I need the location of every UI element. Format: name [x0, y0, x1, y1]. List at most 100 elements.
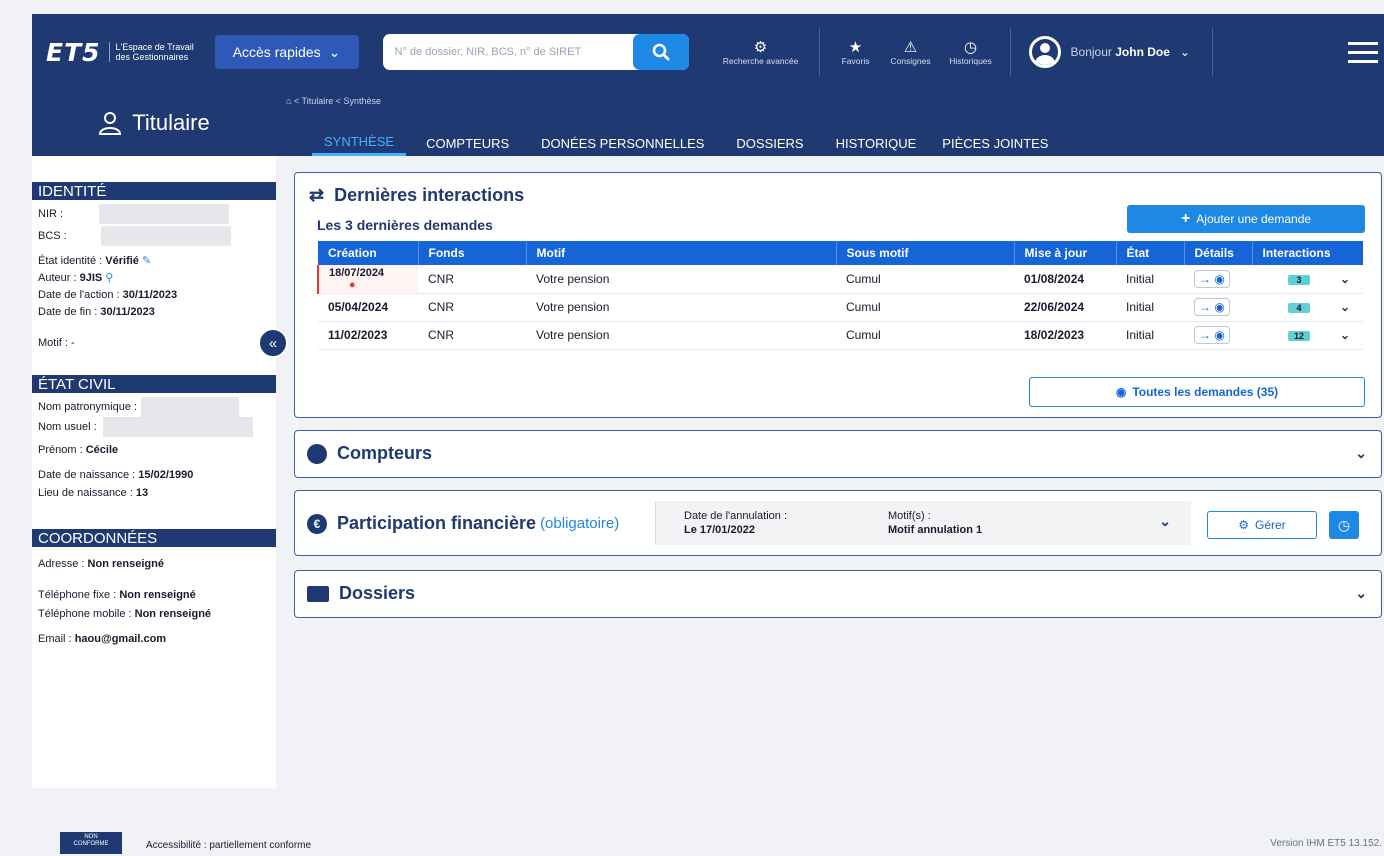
history-clock-button[interactable]: ◷ [1329, 511, 1359, 539]
cell-interactions: 3 ⌄ [1252, 265, 1363, 294]
eye-icon: ◉ [1214, 328, 1225, 342]
cell-mise-a-jour: 01/08/2024 [1014, 265, 1116, 294]
motives-label: Motif(s) : [888, 510, 931, 522]
tab-dossiers[interactable]: DOSSIERS [720, 130, 819, 156]
search-input[interactable] [382, 34, 633, 70]
accessibility-statement[interactable]: Accessibilité : partiellement conforme [146, 840, 311, 851]
tab-bar: SYNTHÈSE COMPTEURS DONÉES PERSONNELLES D… [312, 130, 1064, 156]
instructions-button[interactable]: ⚠ Consignes [888, 24, 934, 80]
cell-details: → ◉ [1184, 321, 1252, 350]
participation-header: € Participation financière (obligatoire) [307, 513, 619, 534]
app-logo[interactable]: ET5 L'Espace de Travail des Gestionnaire… [46, 38, 195, 67]
cell-sous-motif: Cumul [836, 321, 1014, 350]
counters-card[interactable]: Compteurs ⌄ [294, 430, 1382, 478]
cell-fonds: CNR [418, 265, 526, 294]
search-button[interactable] [632, 34, 689, 70]
address-value: Non renseigné [87, 558, 164, 570]
tab-compteurs[interactable]: COMPTEURS [410, 130, 525, 156]
birth-place-field: Lieu de naissance : 13 [32, 486, 276, 501]
identity-status-field: État identité : Vérifié ✎ [32, 254, 276, 269]
col-motif[interactable]: Motif [526, 241, 837, 265]
toolbar-divider [1009, 28, 1011, 76]
sidebar-header-title: Titulaire [132, 110, 210, 135]
address-label: Adresse : [38, 558, 85, 570]
logo-subtitle: L'Espace de Travail des Gestionnaires [108, 42, 195, 62]
birth-place-value: 13 [135, 487, 149, 499]
end-date-label: Date de fin : [38, 306, 98, 318]
chevron-down-icon[interactable]: ⌄ [1355, 445, 1367, 462]
col-etat[interactable]: État [1116, 241, 1185, 265]
search-icon [652, 43, 669, 61]
col-sous-motif[interactable]: Sous motif [836, 241, 1015, 265]
view-details-button[interactable]: → ◉ [1194, 298, 1230, 316]
manage-button[interactable]: ⚙ Gérer [1207, 511, 1317, 539]
history-button[interactable]: ◷ Historiques [946, 24, 996, 80]
usual-name-label: Nom usuel : [38, 420, 97, 433]
arrow-right-icon: → [1199, 300, 1211, 314]
participation-card: € Participation financière (obligatoire)… [294, 490, 1382, 556]
quick-access-button[interactable]: Accès rapides ⌄ [214, 35, 359, 69]
edit-icon[interactable]: ✎ [142, 255, 151, 267]
end-date-value: 30/11/2023 [100, 306, 155, 318]
add-request-label: Ajouter une demande [1196, 212, 1312, 226]
table-row[interactable]: 11/02/2023 CNR Votre pension Cumul 18/02… [318, 321, 1363, 350]
cell-fonds: CNR [418, 293, 526, 322]
cell-details: → ◉ [1184, 293, 1252, 322]
cell-creation: 05/04/2024 [318, 293, 418, 322]
interactions-subtitle: Les 3 dernières demandes [317, 217, 493, 233]
chevron-down-icon[interactable]: ⌄ [1340, 328, 1350, 342]
action-date-value: 30/11/2023 [122, 289, 178, 301]
chevron-down-icon[interactable]: ⌄ [1159, 513, 1171, 530]
birth-date-field: Date de naissance : 15/02/1990 [32, 468, 276, 483]
cell-interactions: 12 ⌄ [1252, 321, 1363, 350]
col-interactions[interactable]: Interactions [1252, 241, 1363, 265]
birth-name-field: Nom patronymique : [32, 397, 276, 417]
interactions-count: 3 [1288, 274, 1310, 285]
hamburger-menu-icon[interactable] [1348, 36, 1378, 69]
author-value[interactable]: 9JIS [80, 272, 103, 284]
chevron-down-icon[interactable]: ⌄ [1355, 585, 1367, 602]
version-label: Version IHM ET5 13.152. [1270, 838, 1382, 849]
history-label: Historiques [949, 56, 992, 66]
creation-date: 18/07/2024 [329, 266, 385, 279]
chevron-down-icon[interactable]: ⌄ [1340, 300, 1350, 314]
counters-header: Compteurs [307, 443, 432, 464]
tab-donnees-personnelles[interactable]: DONÉES PERSONNELLES [525, 130, 720, 156]
user-menu[interactable]: Bonjour John Doe ⌄ [1028, 36, 1190, 68]
collapse-sidebar-button[interactable]: « [258, 328, 288, 358]
col-mise-a-jour[interactable]: Mise à jour [1014, 241, 1117, 265]
col-creation[interactable]: Création [318, 241, 419, 265]
tab-synthese[interactable]: SYNTHÈSE [312, 130, 407, 156]
table-row[interactable]: 05/04/2024 CNR Votre pension Cumul 22/06… [318, 293, 1363, 322]
requests-table-wrap: Création Fonds Motif Sous motif Mise à j… [317, 241, 1363, 350]
tab-historique[interactable]: HISTORIQUE [820, 130, 933, 156]
all-requests-button[interactable]: ◉ Toutes les demandes (35) [1029, 377, 1365, 407]
tab-pieces-jointes[interactable]: PIÈCES JOINTES [932, 130, 1064, 156]
nir-field: NIR : [32, 204, 276, 224]
gauge-icon [307, 443, 327, 464]
cell-motif: Votre pension [526, 321, 836, 350]
favorites-button[interactable]: ★ Favoris [836, 24, 876, 80]
table-row[interactable]: 18/07/2024 ● CNR Votre pension Cumul 01/0… [317, 265, 1363, 294]
alert-icon: ● [349, 278, 356, 291]
chevron-down-icon[interactable]: ⌄ [1340, 272, 1350, 286]
view-details-button[interactable]: → ◉ [1194, 326, 1230, 344]
advanced-search-button[interactable]: ⚙ Recherche avancée [715, 24, 807, 80]
chevron-down-icon: ⌄ [328, 43, 341, 60]
dossiers-title: Dossiers [339, 583, 416, 603]
nir-value-redacted [99, 204, 230, 224]
action-date-label: Date de l'action : [38, 289, 120, 301]
add-request-button[interactable]: + Ajouter une demande [1127, 205, 1365, 233]
interactions-card: ⇄ Dernières interactions Les 3 dernières… [294, 172, 1382, 418]
col-details[interactable]: Détails [1184, 241, 1253, 265]
view-details-button[interactable]: → ◉ [1194, 269, 1230, 288]
search-icon[interactable]: ⚲ [105, 272, 113, 284]
dossiers-card[interactable]: Dossiers ⌄ [294, 570, 1382, 618]
cell-etat: Initial [1116, 321, 1184, 350]
col-fonds[interactable]: Fonds [418, 241, 527, 265]
folder-open-icon [307, 585, 329, 602]
birth-date-value: 15/02/1990 [138, 469, 194, 481]
breadcrumb-path[interactable]: < Titulaire < Synthèse [294, 96, 381, 106]
home-icon[interactable]: ⌂ [286, 96, 291, 106]
search-bar [382, 34, 689, 70]
